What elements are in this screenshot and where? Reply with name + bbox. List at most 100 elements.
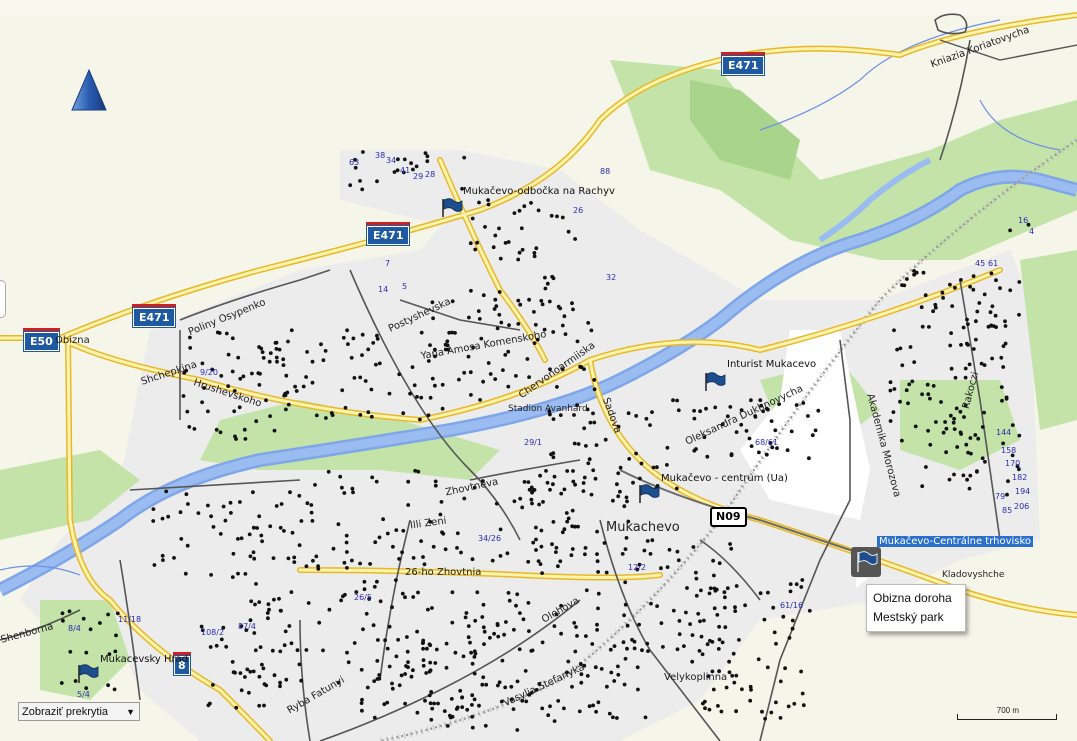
- building-dot: [994, 325, 998, 329]
- building-dot: [573, 482, 577, 487]
- building-dot: [310, 359, 315, 364]
- building-dot: [694, 447, 698, 451]
- building-dot: [373, 540, 378, 545]
- poi-flag-icon[interactable]: [638, 484, 660, 509]
- building-dot: [562, 527, 567, 532]
- building-dot: [459, 550, 463, 555]
- chevron-down-icon: ▼: [126, 707, 135, 717]
- building-dot: [362, 587, 367, 592]
- building-dot: [711, 687, 716, 692]
- building-dot: [685, 586, 689, 590]
- overlay-dropdown[interactable]: Zobraziť prekrytia ▼: [18, 702, 140, 721]
- building-dot: [788, 582, 793, 586]
- poi-label[interactable]: Inturist Mukacevo: [727, 359, 816, 370]
- building-dot: [551, 417, 556, 421]
- building-dot: [466, 635, 471, 640]
- poi-label[interactable]: Mukačevo - centrum (Ua): [661, 473, 788, 484]
- house-number: 170: [1005, 459, 1021, 468]
- building-dot: [526, 480, 531, 484]
- building-dot: [920, 484, 925, 489]
- building-dot: [496, 683, 500, 688]
- building-dot: [783, 666, 787, 671]
- building-dot: [572, 441, 577, 446]
- building-dot: [540, 706, 545, 711]
- building-dot: [529, 497, 534, 502]
- building-dot: [621, 640, 626, 645]
- building-dot: [724, 685, 729, 690]
- building-dot: [544, 469, 548, 473]
- building-dot: [596, 591, 601, 596]
- poi-flag-icon[interactable]: [441, 198, 463, 223]
- building-dot: [748, 684, 753, 689]
- road-shield-n09: N09: [710, 507, 747, 527]
- building-dot: [612, 679, 617, 683]
- building-dot: [470, 714, 475, 719]
- building-dot: [677, 619, 682, 623]
- building-dot: [959, 432, 963, 436]
- building-dot: [571, 479, 576, 484]
- building-dot: [582, 367, 586, 371]
- building-dot: [228, 500, 233, 505]
- building-dot: [499, 320, 504, 325]
- building-dot: [675, 398, 679, 403]
- building-dot: [975, 309, 980, 314]
- building-dot: [372, 715, 377, 720]
- building-dot: [278, 680, 282, 685]
- poi-label[interactable]: Mukačevo-odbočka na Rachyv: [463, 186, 615, 197]
- building-dot: [394, 578, 398, 582]
- building-dot: [906, 401, 910, 406]
- building-dot: [707, 707, 712, 712]
- panel-toggle-handle[interactable]: [0, 280, 6, 318]
- building-dot: [534, 537, 538, 542]
- poi-label[interactable]: Mukacevsky Hrad: [100, 654, 188, 665]
- building-dot: [345, 566, 349, 570]
- house-number: 182: [1012, 473, 1028, 482]
- building-dot: [344, 533, 349, 538]
- poi-flag-icon[interactable]: [77, 664, 99, 689]
- building-dot: [409, 161, 413, 166]
- building-dot: [257, 514, 262, 519]
- building-dot: [1003, 324, 1008, 328]
- building-dot: [622, 613, 626, 618]
- house-number: 158: [1001, 446, 1017, 455]
- building-dot: [587, 457, 592, 462]
- building-dot: [346, 342, 350, 346]
- building-dot: [926, 392, 931, 397]
- poi-flag-icon-selected[interactable]: [851, 547, 881, 577]
- building-dot: [551, 520, 556, 524]
- building-dot: [267, 359, 272, 364]
- scale-bar: 700 m: [957, 706, 1057, 720]
- building-dot: [283, 629, 288, 634]
- building-dot: [224, 644, 229, 649]
- building-dot: [976, 436, 981, 441]
- building-dot: [390, 605, 394, 610]
- building-dot: [497, 680, 502, 685]
- building-dot: [238, 376, 243, 381]
- building-dot: [569, 553, 574, 558]
- building-dot: [527, 375, 531, 379]
- building-dot: [563, 332, 568, 336]
- building-dot: [362, 579, 367, 584]
- building-dot: [98, 621, 102, 625]
- building-dot: [787, 636, 792, 640]
- building-dot: [497, 312, 502, 317]
- building-dot: [423, 151, 428, 156]
- poi-label-selected[interactable]: Mukačevo-Centrálne trhovisko: [877, 536, 1034, 547]
- building-dot: [697, 649, 702, 653]
- building-dot: [430, 606, 434, 610]
- building-dot: [900, 363, 905, 368]
- building-dot: [181, 394, 186, 398]
- building-dot: [233, 670, 237, 675]
- building-dot: [238, 500, 242, 504]
- building-dot: [521, 617, 526, 622]
- building-dot: [432, 701, 436, 706]
- building-dot: [769, 419, 774, 423]
- building-dot: [247, 690, 251, 695]
- building-dot: [570, 301, 574, 306]
- building-dot: [609, 670, 614, 675]
- poi-flag-icon[interactable]: [704, 372, 726, 397]
- building-dot: [910, 379, 915, 384]
- building-dot: [788, 589, 793, 594]
- building-dot: [458, 688, 463, 693]
- building-dot: [581, 481, 586, 485]
